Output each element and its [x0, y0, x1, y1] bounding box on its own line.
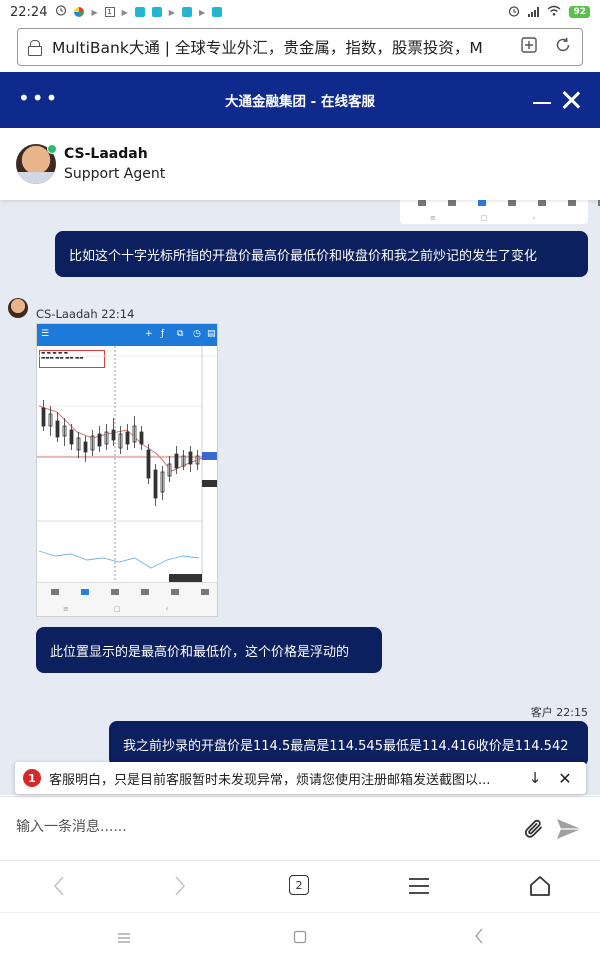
chat-header: ••• 大通金融集团 - 在线客服 [0, 72, 600, 128]
alarm-icon [55, 4, 67, 20]
message-meta: 客户 22:15 [530, 706, 588, 719]
lock-icon [28, 40, 42, 56]
chat-messages-area[interactable]: ≡ □ ‹ 比如这个十字光标所指的开盘价最高价最低价和收盘价和我之前炒记的发生了变化… [0, 200, 600, 795]
app-cube-icon-4 [212, 7, 223, 17]
recent-apps-icon[interactable] [117, 929, 131, 948]
tabs-button[interactable]: 2 [289, 875, 309, 895]
message-text: 我之前抄录的开盘价是114.5最高是114.545最低是114.416收价是11… [123, 738, 569, 754]
play-icon-3: ▶ [168, 7, 175, 17]
screenshot-clock-icon: ◷ [193, 329, 201, 339]
agent-role: Support Agent [64, 166, 166, 182]
bookmark-add-icon[interactable] [520, 36, 538, 58]
screenshot-tab-icons [418, 200, 600, 206]
chart-screenshot-attachment[interactable]: ☰ + ƒ ⧉ ◷ ▤ ▬ ▬ ▬ ▬ ▬ ▬▬▬ ▬▬ ▬▬ ▬▬ ≡ □ ‹ [36, 323, 218, 617]
screenshot-chart-icon: ⧉ [177, 329, 184, 339]
screenshot-nav-icons: ≡ □ ‹ [430, 214, 536, 222]
system-home-icon[interactable] [293, 929, 307, 948]
app-cube-icon-3 [181, 7, 192, 17]
unread-count-badge: 1 [23, 769, 41, 787]
new-message-notification[interactable]: 1 客服明白，只是目前客服暂时未发现异常，烦请您使用注册邮箱发送截图以... ↓… [15, 762, 586, 794]
wifi-icon [547, 5, 561, 19]
url-text[interactable]: MultiBank大通 | 全球专业外汇，贵金属，指数，股票投资，M [52, 36, 492, 58]
reload-icon[interactable] [554, 36, 572, 58]
play-icon-2: ▶ [121, 7, 128, 17]
address-bar[interactable]: MultiBank大通 | 全球专业外汇，贵金属，指数，股票投资，M [17, 28, 583, 66]
screenshot-chart-graphic [37, 346, 217, 582]
agent-name: CS-Laadah [64, 146, 148, 162]
status-time: 22:24 [10, 4, 48, 20]
app-cube-icon-2 [151, 7, 162, 17]
screenshot-toolbar: ☰ + ƒ ⧉ ◷ ▤ [37, 324, 217, 346]
message-text: 比如这个十字光标所指的开盘价最高价最低价和收盘价和我之前炒记的发生了变化 [69, 248, 538, 264]
play-icon-4: ▶ [198, 7, 206, 17]
message-input[interactable] [16, 819, 496, 835]
message-bubble-customer: 比如这个十字光标所指的开盘价最高价最低价和收盘价和我之前炒记的发生了变化 [55, 231, 588, 277]
chat-title: 大通金融集团 - 在线客服 [224, 94, 375, 110]
paperclip-icon[interactable] [522, 817, 546, 845]
app-colorful-icon [74, 7, 85, 17]
screenshot-menu-icon: ☰ [41, 329, 50, 339]
screenshot-draw-icon: ƒ [161, 329, 165, 339]
screenshot-plus-icon: + [145, 329, 153, 339]
message-text: 此位置显示的是最高价和最低价，这个价格是浮动的 [50, 644, 350, 660]
more-options-icon[interactable]: ••• [18, 88, 59, 108]
signal-icon [528, 7, 540, 17]
screenshot-bottom-bar: ≡ □ ‹ [37, 582, 217, 616]
app-cube-icon [134, 7, 145, 17]
message-bubble-agent: 此位置显示的是最高价和最低价，这个价格是浮动的 [36, 627, 382, 673]
back-icon[interactable] [52, 875, 66, 901]
agent-message-avatar [8, 298, 28, 318]
send-icon[interactable] [556, 818, 582, 844]
agent-info-bar: CS-Laadah Support Agent [0, 128, 600, 200]
close-notification-icon[interactable]: ✕ [557, 769, 573, 788]
home-icon[interactable] [528, 874, 552, 902]
menu-icon[interactable] [408, 877, 430, 899]
close-icon[interactable] [562, 91, 580, 109]
system-navigation-bar [0, 912, 600, 960]
forward-icon[interactable] [173, 875, 187, 901]
message-composer [0, 796, 600, 860]
minimize-icon[interactable] [533, 102, 551, 104]
notification-icons: ▶ 1 ▶ ▶ ▶ [55, 4, 223, 20]
battery-indicator: 92 [569, 6, 590, 18]
arrow-down-icon[interactable]: ↓ [527, 769, 543, 787]
online-status-dot [47, 144, 57, 154]
system-back-icon[interactable] [474, 928, 484, 948]
alarm-clock-icon [508, 5, 520, 20]
screenshot-doc-icon: ▤ [207, 329, 216, 339]
message-meta: CS-Laadah 22:14 [36, 307, 135, 321]
previous-image-attachment[interactable]: ≡ □ ‹ [400, 200, 600, 224]
status-bar: 22:24 ▶ 1 ▶ ▶ ▶ 92 [0, 0, 600, 24]
notification-text[interactable]: 客服明白，只是目前客服暂时未发现异常，烦请您使用注册邮箱发送截图以... [49, 769, 517, 788]
message-bubble-customer: 我之前抄录的开盘价是114.5最高是114.545最低是114.416收价是11… [109, 721, 588, 767]
app-box-icon: 1 [104, 7, 115, 17]
play-icon: ▶ [91, 7, 98, 17]
